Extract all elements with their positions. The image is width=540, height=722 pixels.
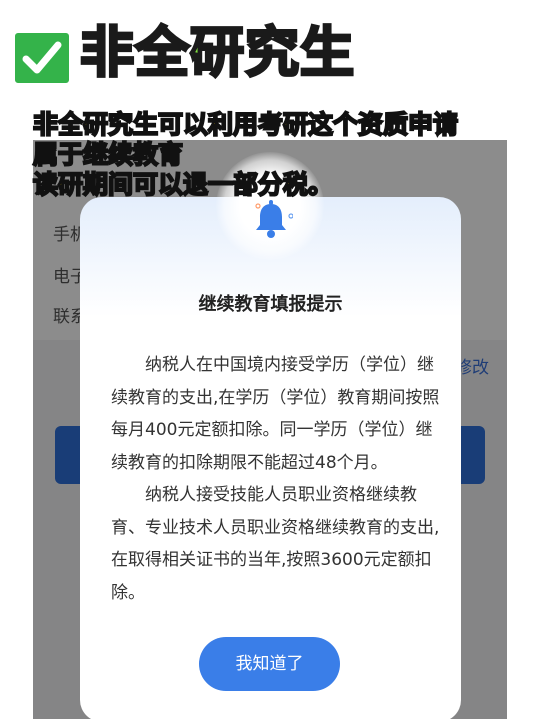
dialog-paragraph-degree: 纳税人在中国境内接受学历（学位）继续教育的支出,在学历（学位）教育期间按照每月4… — [111, 355, 440, 473]
caption-line-3: 读研期间可以退一部分税。 — [32, 169, 334, 200]
caption-line-2: 属于继续教育 — [32, 139, 184, 170]
dialog-body: 纳税人在中国境内接受学历（学位）继续教育的支出,在学历（学位）教育期间按照每月4… — [111, 349, 441, 609]
caption-line-1: 非全研究生可以利用考研这个资质申请 — [32, 109, 459, 140]
got-it-button[interactable]: 我知道了 — [199, 637, 340, 691]
dialog-paragraph-certificate: 纳税人接受技能人员职业资格继续教育、专业技术人员职业资格继续教育的支出,在取得相… — [111, 485, 440, 603]
dialog-title: 继续教育填报提示 — [198, 294, 343, 315]
headline: 非全研究生 — [79, 20, 356, 86]
continuing-education-dialog: 继续教育填报提示 纳税人在中国境内接受学历（学位）继续教育的支出,在学历（学位）… — [80, 197, 461, 722]
check-mark-icon — [12, 30, 72, 86]
bell-icon — [255, 200, 293, 238]
